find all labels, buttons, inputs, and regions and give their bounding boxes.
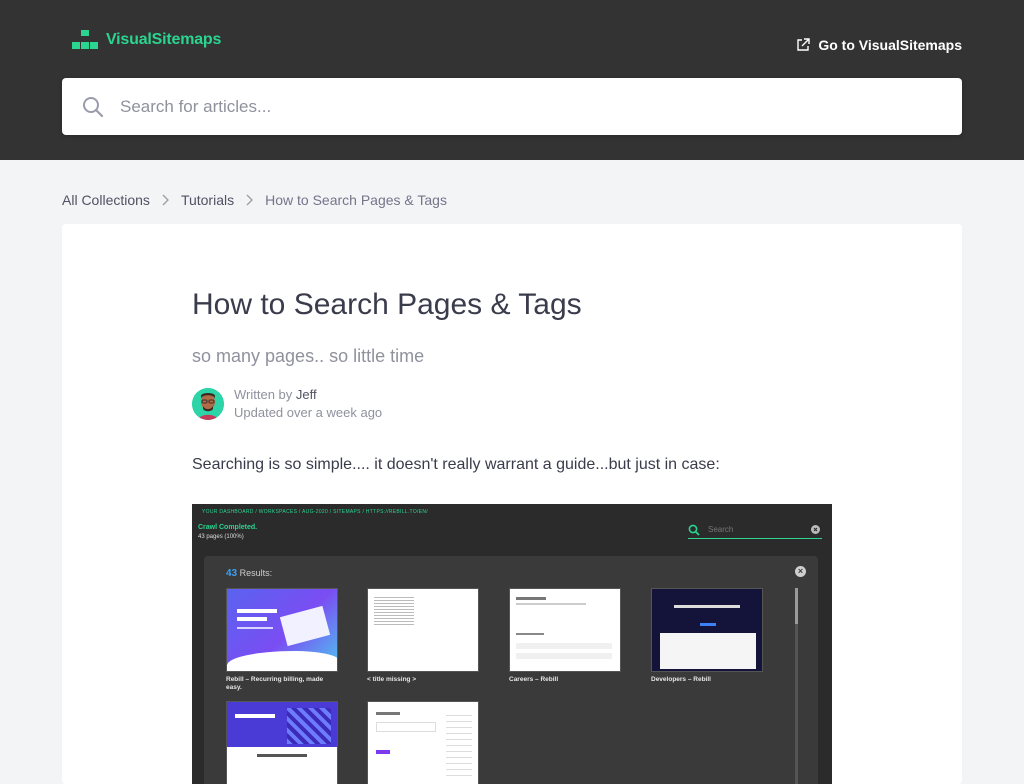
search-box [62,78,962,135]
result-thumbnail [367,588,479,672]
screenshot-search: Search [688,522,822,539]
article-card: How to Search Pages & Tags so many pages… [62,224,962,784]
article-screenshot-image: YOUR DASHBOARD / WORKSPACES / AUG-2020 /… [192,504,832,784]
author-name: Jeff [295,387,317,402]
external-link-icon [797,38,811,51]
screenshot-breadcrumb: YOUR DASHBOARD / WORKSPACES / AUG-2020 /… [202,509,428,515]
result-label: Developers – Rebill [651,676,711,683]
search-icon [83,97,104,118]
close-icon [811,525,820,534]
result-thumbnail [226,588,338,672]
goto-label: Go to VisualSitemaps [818,37,962,53]
close-icon: × [795,566,806,577]
brand-name: VisualSitemaps [106,31,222,48]
crawl-pages: 43 pages (100%) [198,534,244,540]
breadcrumb-tutorials[interactable]: Tutorials [181,192,234,208]
search-icon [688,524,700,536]
chevron-right-icon [162,194,169,206]
search-input[interactable] [120,92,920,122]
author-meta: Written by Jeff Updated over a week ago [234,386,382,422]
site-header: VisualSitemaps Go to VisualSitemaps [0,0,1024,160]
crawl-status: Crawl Completed. [198,524,258,531]
brand-logo-link[interactable]: VisualSitemaps [72,30,221,50]
sitemap-logo-icon [72,30,98,49]
breadcrumb-all-collections[interactable]: All Collections [62,192,150,208]
author-info: Written by Jeff Updated over a week ago [192,386,382,422]
article-title: How to Search Pages & Tags [192,288,582,321]
results-heading: 43 Results: [226,568,273,579]
result-thumbnail [226,701,338,784]
chevron-right-icon [246,194,254,206]
article-subtitle: so many pages.. so little time [192,346,425,366]
avatar [192,388,224,420]
result-label: Rebill – Recurring billing, made easy. [226,676,324,691]
result-thumbnail [509,588,621,672]
result-thumbnail [651,588,763,672]
breadcrumb-current: How to Search Pages & Tags [265,192,447,208]
breadcrumb: All Collections Tutorials How to Search … [62,192,447,208]
result-label: Careers – Rebill [509,676,559,683]
result-label: < title missing > [367,676,417,683]
scrollbar [795,588,798,784]
article-intro: Searching is so simple.... it doesn't re… [192,456,720,473]
results-panel: 43 Results: × Rebill – Recurring billing… [204,556,818,784]
result-thumbnail [367,701,479,784]
screenshot-search-placeholder: Search [708,525,734,534]
written-by-label: Written by [234,387,293,402]
goto-visualsitemaps-link[interactable]: Go to VisualSitemaps [796,37,962,53]
updated-text: Updated over a week ago [234,405,383,420]
